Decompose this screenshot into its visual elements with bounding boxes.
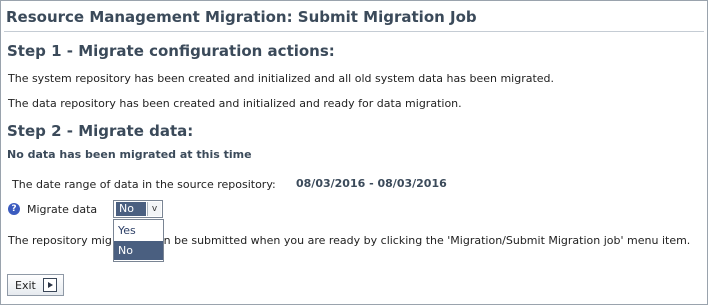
repository-instructions-prefix: The repository mig [8, 234, 112, 247]
arrow-right-icon [43, 278, 57, 292]
repository-instructions-suffix: can be submitted when you are ready by c… [150, 234, 691, 247]
date-range-label: The date range of data in the source rep… [12, 178, 276, 191]
option-no[interactable]: No [114, 241, 163, 260]
option-yes[interactable]: Yes [114, 221, 163, 240]
step2-heading: Step 2 - Migrate data: [7, 122, 194, 140]
chevron-down-icon[interactable]: v [147, 202, 161, 216]
migrate-data-selected-value: No [116, 202, 146, 216]
repository-instructions: The repository mig can be submitted when… [8, 234, 690, 247]
migration-status: No data has been migrated at this time [7, 148, 252, 161]
migrate-data-options: Yes No [113, 219, 164, 262]
migrate-data-label: Migrate data [27, 203, 98, 216]
exit-button[interactable]: Exit [7, 274, 64, 296]
step1-line1: The system repository has been created a… [8, 72, 555, 85]
exit-button-label: Exit [15, 279, 36, 292]
step1-line2: The data repository has been created and… [8, 97, 462, 110]
step1-heading: Step 1 - Migrate configuration actions: [7, 42, 335, 60]
date-range-value: 08/03/2016 - 08/03/2016 [296, 177, 447, 190]
page-title: Resource Management Migration: Submit Mi… [6, 8, 477, 26]
help-icon[interactable]: ? [8, 203, 20, 215]
title-divider [4, 31, 704, 32]
migrate-data-select[interactable]: No v [113, 200, 163, 218]
